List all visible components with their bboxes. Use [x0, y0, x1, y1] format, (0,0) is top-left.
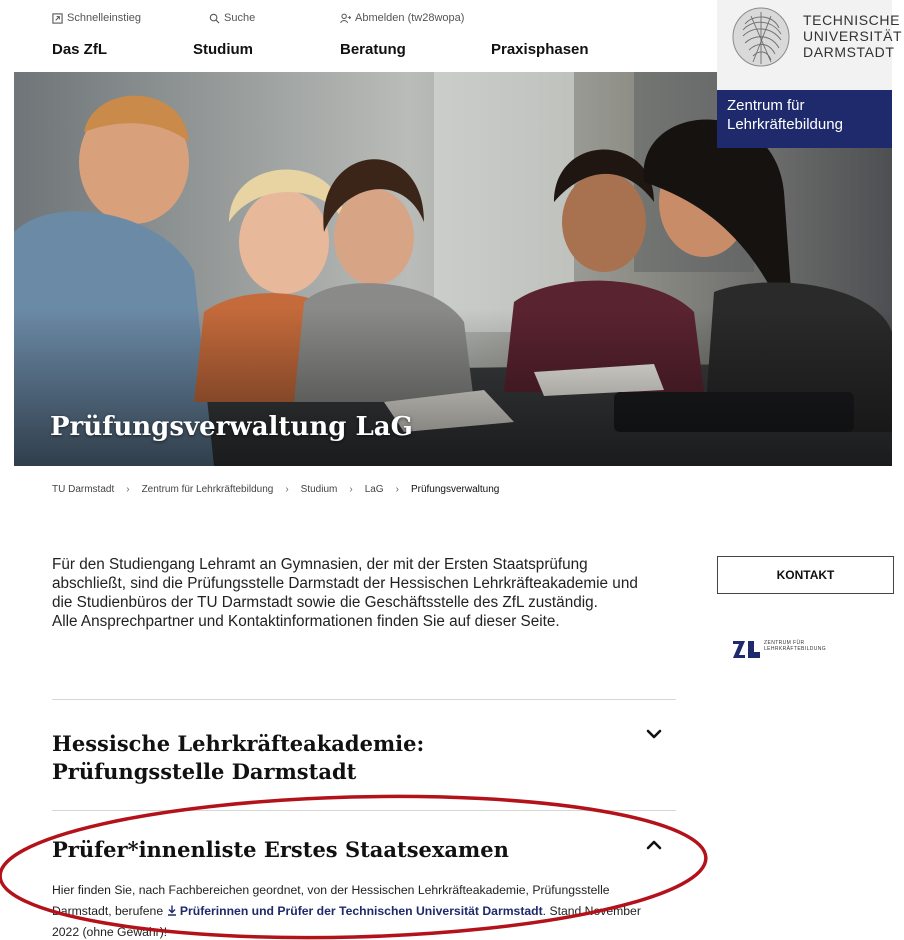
- chevron-right-icon: ›: [349, 484, 353, 495]
- nav-das-zfl[interactable]: Das ZfL: [52, 41, 107, 58]
- divider: [52, 699, 676, 700]
- breadcrumb-tu-darmstadt[interactable]: TU Darmstadt: [52, 484, 114, 495]
- search-link[interactable]: Suche: [209, 12, 255, 24]
- chevron-up-icon[interactable]: [646, 840, 662, 850]
- chevron-down-icon[interactable]: [646, 729, 662, 739]
- chevron-right-icon: ›: [395, 484, 399, 495]
- intro-paragraph: Für den Studiengang Lehramt an Gymnasien…: [52, 556, 638, 611]
- nav-beratung[interactable]: Beratung: [340, 41, 406, 58]
- page-title: Prüfungsverwaltung LaG: [50, 412, 413, 442]
- breadcrumb-lag[interactable]: LaG: [365, 484, 384, 495]
- tu-darmstadt-logo[interactable]: TECHNISCHE UNIVERSITÄT DARMSTADT: [717, 0, 902, 90]
- intro-contact-note: Alle Ansprechpartner und Kontaktinformat…: [52, 613, 560, 630]
- zfl-logo-wordmark: ZENTRUM FÜR LEHRKRÄFTEBILDUNG: [764, 640, 827, 652]
- chevron-right-icon: ›: [285, 484, 289, 495]
- prueferliste-link-label: Prüferinnen und Prüfer der Technischen U…: [179, 904, 543, 918]
- chevron-right-icon: ›: [126, 484, 130, 495]
- contact-button[interactable]: KONTAKT: [717, 556, 894, 594]
- prueferliste-download-link[interactable]: Prüferinnen und Prüfer der Technischen U…: [167, 904, 543, 918]
- accordion-header-prueferinnenliste[interactable]: Prüfer*innenliste Erstes Staatsexamen: [52, 836, 509, 864]
- intro-text: Für den Studiengang Lehramt an Gymnasien…: [52, 555, 662, 631]
- accordion-header-lehrkraefteakademie[interactable]: Hessische Lehrkräfteakademie: Prüfungsst…: [52, 730, 424, 786]
- breadcrumb-studium[interactable]: Studium: [301, 484, 338, 495]
- user-icon: [340, 13, 351, 23]
- breadcrumb-current: Prüfungsverwaltung: [410, 484, 500, 495]
- institute-name[interactable]: Zentrum für Lehrkräftebildung: [717, 90, 892, 148]
- search-label: Suche: [224, 12, 256, 24]
- accordion-body-prueferinnenliste: Hier finden Sie, nach Fachbereichen geor…: [52, 880, 652, 940]
- athena-seal-icon: [732, 7, 790, 67]
- tu-wordmark: TECHNISCHE UNIVERSITÄT DARMSTADT: [803, 12, 903, 60]
- download-icon: [167, 905, 176, 916]
- quick-access-link[interactable]: Schnelleinstieg: [52, 12, 141, 24]
- divider: [52, 810, 676, 811]
- breadcrumb-zfl[interactable]: Zentrum für Lehrkräftebildung: [142, 484, 274, 495]
- nav-studium[interactable]: Studium: [193, 41, 253, 58]
- search-icon: [209, 13, 220, 23]
- breadcrumb: TU Darmstadt › Zentrum für Lehrkräftebil…: [52, 484, 499, 495]
- zfl-logo-icon: [733, 641, 760, 658]
- quick-access-label: Schnelleinstieg: [67, 12, 141, 24]
- logout-label: Abmelden (tw28wopa): [355, 12, 465, 24]
- nav-praxisphasen[interactable]: Praxisphasen: [491, 41, 589, 58]
- logout-link[interactable]: Abmelden (tw28wopa): [340, 12, 464, 24]
- external-link-icon: [52, 12, 63, 24]
